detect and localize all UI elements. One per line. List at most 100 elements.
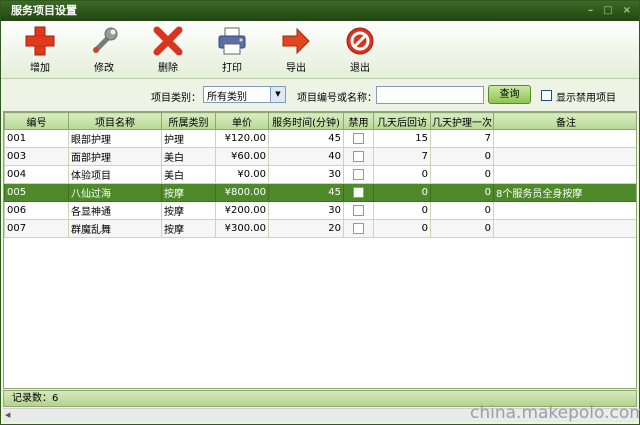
delete-button[interactable]: 删除: [143, 25, 193, 74]
cell-id: 001: [4, 129, 69, 148]
cell-care-days: 0: [430, 147, 494, 166]
cell-disabled: [343, 183, 374, 202]
category-select[interactable]: 所有类别 ▼: [203, 86, 286, 103]
cell-id: 007: [4, 219, 69, 238]
printer-icon: [207, 25, 257, 57]
cell-care-days: 0: [430, 165, 494, 184]
column-header[interactable]: 禁用: [343, 112, 374, 130]
add-button[interactable]: 增加: [15, 25, 65, 74]
category-select-value: 所有类别: [207, 92, 247, 103]
scroll-left-icon[interactable]: ◀: [5, 411, 10, 419]
delete-label: 删除: [158, 63, 178, 74]
cell-disabled: [343, 219, 374, 238]
cell-revisit-days: 7: [373, 147, 431, 166]
name-search-label: 项目编号或名称：: [297, 93, 377, 104]
close-icon[interactable]: ×: [623, 4, 631, 17]
cell-disabled: [343, 147, 374, 166]
disabled-checkbox[interactable]: [353, 168, 364, 180]
service-item-settings-window: 服务项目设置 – □ × 增加 修改 删除 打印 导出 退出 项目类别： 所有类…: [0, 0, 640, 425]
cell-name: 各显神通: [68, 201, 162, 220]
record-count: 记录数：6: [12, 393, 59, 404]
exit-button[interactable]: 退出: [335, 25, 385, 74]
cell-category: 按摩: [161, 183, 216, 202]
column-header[interactable]: 服务时间(分钟): [268, 112, 344, 130]
disabled-checkbox[interactable]: [353, 186, 364, 198]
export-button[interactable]: 导出: [271, 25, 321, 74]
column-header[interactable]: 所属类别: [161, 112, 216, 130]
cell-name: 眼部护理: [68, 129, 162, 148]
cell-care-days: 7: [430, 129, 494, 148]
disabled-checkbox[interactable]: [353, 150, 364, 162]
cell-disabled: [343, 165, 374, 184]
cell-duration: 40: [268, 147, 344, 166]
window-title: 服务项目设置: [11, 4, 77, 17]
chevron-down-icon[interactable]: ▼: [270, 87, 285, 102]
cell-name: 八仙过海: [68, 183, 162, 202]
edit-label: 修改: [94, 63, 114, 74]
cell-category: 按摩: [161, 201, 216, 220]
cell-id: 005: [4, 183, 69, 202]
table-row[interactable]: 001 眼部护理 护理 ¥120.00 45 15 7: [4, 129, 636, 148]
maximize-icon[interactable]: □: [603, 4, 612, 17]
export-arrow-icon: [271, 25, 321, 57]
table-row[interactable]: 003 面部护理 美白 ¥60.00 40 7 0: [4, 147, 636, 166]
add-icon: [15, 25, 65, 57]
column-header[interactable]: 备注: [493, 112, 636, 130]
disabled-checkbox[interactable]: [353, 204, 364, 216]
print-label: 打印: [222, 63, 242, 74]
cell-name: 群魔乱舞: [68, 219, 162, 238]
cell-revisit-days: 0: [373, 201, 431, 220]
cell-price: ¥300.00: [215, 219, 269, 238]
cell-revisit-days: 15: [373, 129, 431, 148]
cell-category: 美白: [161, 165, 216, 184]
column-header[interactable]: 几天后回访: [373, 112, 431, 130]
cell-revisit-days: 0: [373, 219, 431, 238]
cell-name: 体验项目: [68, 165, 162, 184]
service-items-table: 编号 项目名称 所属类别 单价 服务时间(分钟) 禁用 几天后回访 几天护理一次…: [3, 111, 637, 389]
cell-disabled: [343, 201, 374, 220]
table-row[interactable]: 006 各显神通 按摩 ¥200.00 30 0 0: [4, 201, 636, 220]
cell-category: 美白: [161, 147, 216, 166]
cell-duration: 30: [268, 165, 344, 184]
cell-care-days: 0: [430, 183, 494, 202]
cell-name: 面部护理: [68, 147, 162, 166]
cell-care-days: 0: [430, 219, 494, 238]
cell-revisit-days: 0: [373, 183, 431, 202]
column-header[interactable]: 几天护理一次: [430, 112, 494, 130]
table-row[interactable]: 007 群魔乱舞 按摩 ¥300.00 20 0 0: [4, 219, 636, 238]
column-header[interactable]: 编号: [4, 112, 69, 130]
cell-id: 003: [4, 147, 69, 166]
cell-price: ¥120.00: [215, 129, 269, 148]
cell-price: ¥0.00: [215, 165, 269, 184]
cell-note: [493, 147, 636, 166]
cell-price: ¥60.00: [215, 147, 269, 166]
edit-button[interactable]: 修改: [79, 25, 129, 74]
table-row-selected[interactable]: 005 八仙过海 按摩 ¥800.00 45 0 0 8个服务员全身按摩: [4, 183, 636, 202]
cell-note: [493, 219, 636, 238]
minimize-icon[interactable]: –: [588, 4, 593, 17]
delete-icon: [143, 25, 193, 57]
cell-revisit-days: 0: [373, 165, 431, 184]
cell-duration: 20: [268, 219, 344, 238]
search-button[interactable]: 查询: [488, 85, 531, 104]
print-button[interactable]: 打印: [207, 25, 257, 74]
show-disabled-checkbox[interactable]: [541, 90, 552, 101]
cell-price: ¥800.00: [215, 183, 269, 202]
cell-note: [493, 129, 636, 148]
cell-disabled: [343, 129, 374, 148]
name-search-input[interactable]: [376, 86, 484, 104]
disabled-checkbox[interactable]: [353, 132, 364, 144]
category-label: 项目类别：: [151, 93, 201, 104]
title-bar: 服务项目设置 – □ ×: [1, 1, 639, 21]
cell-id: 006: [4, 201, 69, 220]
column-header[interactable]: 单价: [215, 112, 269, 130]
cell-id: 004: [4, 165, 69, 184]
table-row[interactable]: 004 体验项目 美白 ¥0.00 30 0 0: [4, 165, 636, 184]
cell-note: [493, 165, 636, 184]
toolbar: 增加 修改 删除 打印 导出 退出: [1, 21, 639, 79]
filter-bar: 项目类别： 所有类别 ▼ 项目编号或名称： 查询 显示禁用项目: [1, 81, 639, 109]
column-header[interactable]: 项目名称: [68, 112, 162, 130]
watermark: china.makepolo.com: [470, 403, 640, 423]
table-header: 编号 项目名称 所属类别 单价 服务时间(分钟) 禁用 几天后回访 几天护理一次…: [4, 112, 636, 130]
disabled-checkbox[interactable]: [353, 222, 364, 234]
